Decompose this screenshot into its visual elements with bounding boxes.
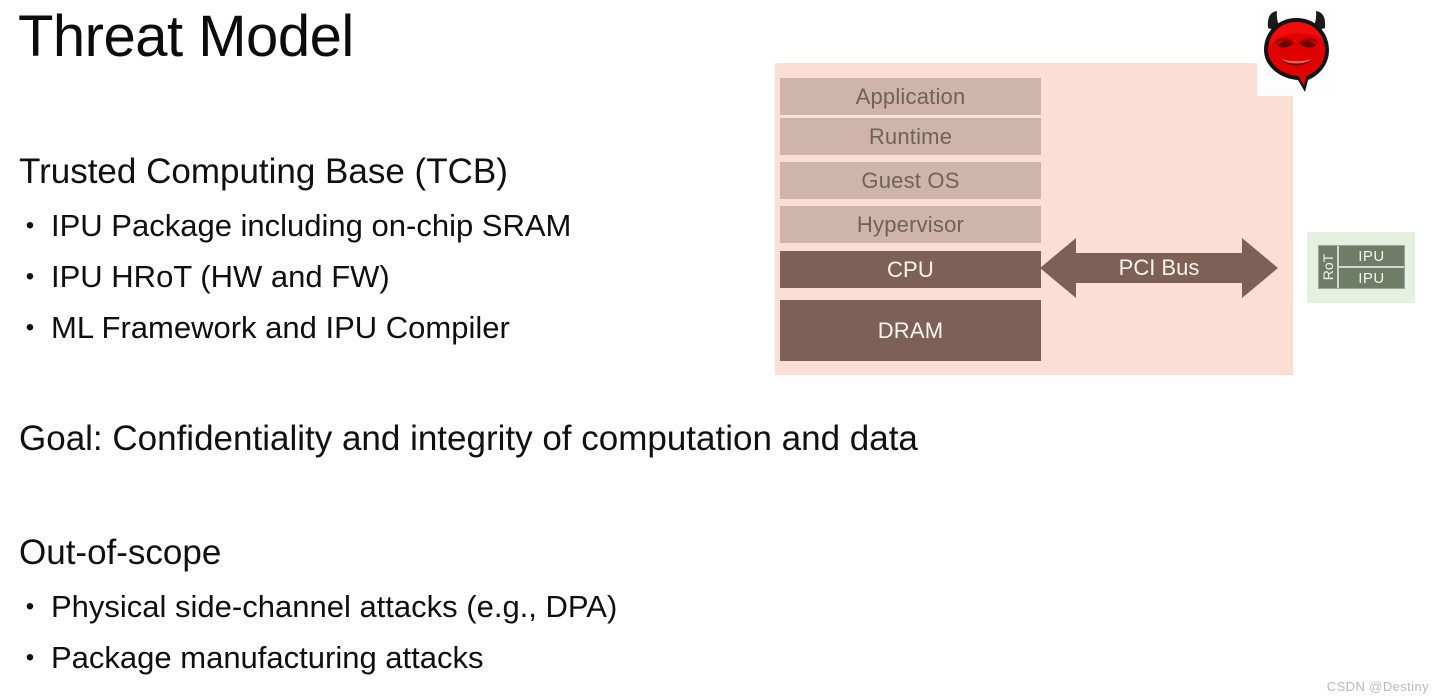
stack-box-hypervisor: Hypervisor — [780, 206, 1041, 243]
tcb-bullet-list: • IPU Package including on-chip SRAM • I… — [19, 204, 572, 357]
list-item-label: IPU Package including on-chip SRAM — [51, 208, 572, 243]
bullet-dot-icon: • — [25, 593, 35, 620]
slide-canvas: Threat Model Trusted Computing Base (TCB… — [0, 0, 1441, 700]
stack-box-cpu: CPU — [780, 251, 1041, 288]
list-item: • Physical side-channel attacks (e.g., D… — [19, 585, 617, 636]
page-title: Threat Model — [18, 4, 354, 69]
double-arrow-icon — [1040, 236, 1278, 300]
ipu-cell-1: IPU — [1339, 246, 1404, 268]
stack-box-runtime: Runtime — [780, 118, 1041, 155]
stack-box-application: Application — [780, 78, 1041, 115]
goal-statement: Goal: Confidentiality and integrity of c… — [19, 419, 918, 458]
bullet-dot-icon: • — [25, 263, 35, 290]
watermark: CSDN @Destiny — [1326, 679, 1429, 694]
out-of-scope-heading: Out-of-scope — [19, 533, 222, 572]
out-of-scope-bullet-list: • Physical side-channel attacks (e.g., D… — [19, 585, 617, 687]
list-item: • IPU Package including on-chip SRAM — [19, 204, 572, 255]
stack-box-guest-os: Guest OS — [780, 162, 1041, 199]
bullet-dot-icon: • — [25, 212, 35, 239]
list-item-label: Physical side-channel attacks (e.g., DPA… — [51, 589, 618, 624]
list-item-label: ML Framework and IPU Compiler — [51, 310, 510, 345]
bullet-dot-icon: • — [25, 314, 35, 341]
list-item-label: Package manufacturing attacks — [51, 640, 484, 675]
ipu-package: RoT IPU IPU — [1318, 245, 1405, 289]
stack-box-dram: DRAM — [780, 300, 1041, 361]
devil-face-icon — [1257, 8, 1336, 96]
rot-label: RoT — [1320, 253, 1337, 281]
tcb-heading: Trusted Computing Base (TCB) — [19, 152, 508, 191]
bullet-dot-icon: • — [25, 644, 35, 671]
ipu-cell-2: IPU — [1358, 269, 1385, 287]
ipu-cell-group: IPU IPU — [1339, 246, 1404, 288]
list-item: • ML Framework and IPU Compiler — [19, 306, 571, 357]
list-item-label: IPU HRoT (HW and FW) — [51, 259, 390, 294]
list-item: • IPU HRoT (HW and FW) — [19, 255, 571, 306]
list-item: • Package manufacturing attacks — [19, 636, 617, 687]
rot-cell: RoT — [1319, 246, 1339, 288]
